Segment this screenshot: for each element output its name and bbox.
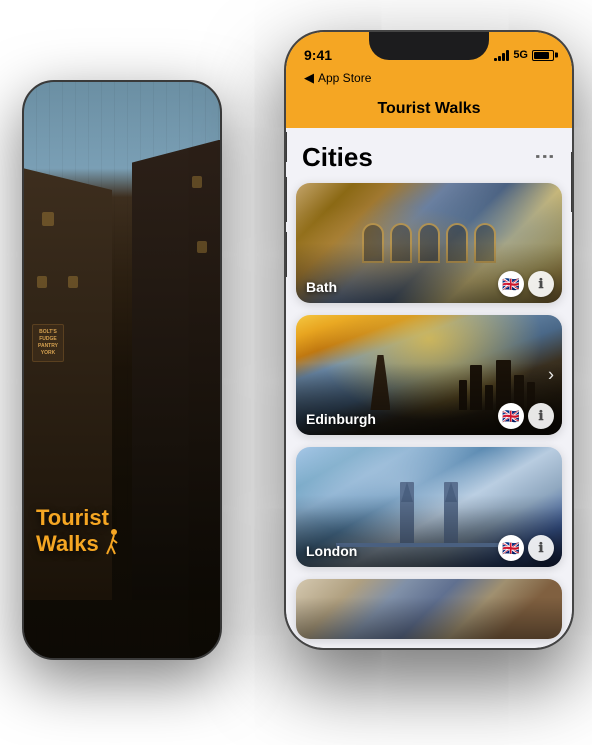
cities-title: Cities (302, 142, 373, 173)
walker-icon (103, 528, 121, 556)
shop-sign: BOLT'SFUDGEPANTRYYORK (32, 324, 64, 362)
city-card-london[interactable]: London 🇬🇧 ℹ (296, 447, 562, 567)
power-button[interactable] (571, 152, 574, 212)
status-time: 9:41 (304, 47, 332, 63)
london-badge: 🇬🇧 ℹ (498, 535, 554, 561)
city-card-york[interactable] (296, 579, 562, 639)
network-label: 5G (513, 49, 528, 61)
app-screen: 9:41 5G ◀ App Store (286, 32, 572, 648)
scene: BOLT'SFUDGEPANTRYYORK Tourist Walks (0, 0, 592, 745)
window (68, 276, 78, 288)
bridge-deck (336, 543, 522, 547)
edinburgh-chevron-icon: › (548, 365, 554, 386)
back-arrow-icon[interactable]: ◀ (304, 70, 314, 86)
nav-bar: Tourist Walks (286, 92, 572, 128)
window (197, 241, 207, 253)
notch (369, 32, 489, 60)
back-screen: BOLT'SFUDGEPANTRYYORK Tourist Walks (24, 82, 220, 658)
more-options-icon[interactable]: ⋮ (533, 147, 558, 169)
volume-up-button[interactable] (284, 177, 287, 222)
edinburgh-name: Edinburgh (306, 411, 376, 427)
york-image (296, 579, 562, 639)
window (42, 212, 54, 226)
london-name: London (306, 543, 357, 559)
battery-icon (532, 50, 554, 61)
bath-badge: 🇬🇧 ℹ (498, 271, 554, 297)
london-info-button[interactable]: ℹ (528, 535, 554, 561)
bath-info-button[interactable]: ℹ (528, 271, 554, 297)
city-card-edinburgh[interactable]: Edinburgh 🇬🇧 ℹ › (296, 315, 562, 435)
nav-title: Tourist Walks (377, 100, 480, 117)
volume-down-button[interactable] (284, 232, 287, 277)
brand-walks-text: Walks (36, 532, 99, 556)
window (37, 276, 47, 288)
status-icons: 5G (494, 49, 554, 61)
app-store-label[interactable]: App Store (318, 71, 371, 85)
window (192, 176, 202, 188)
edinburgh-badge: 🇬🇧 ℹ (498, 403, 554, 429)
brand-overlay: Tourist Walks (36, 506, 121, 558)
silent-switch[interactable] (284, 132, 287, 162)
app-store-bar: ◀ App Store (286, 70, 572, 92)
edinburgh-info-button[interactable]: ℹ (528, 403, 554, 429)
bath-name: Bath (306, 279, 337, 295)
phone-front: 9:41 5G ◀ App Store (284, 30, 574, 650)
brand-tourist-text: Tourist (36, 506, 121, 530)
city-card-bath[interactable]: Bath 🇬🇧 ℹ (296, 183, 562, 303)
bath-flag-button[interactable]: 🇬🇧 (498, 271, 524, 297)
phone-back: BOLT'SFUDGEPANTRYYORK Tourist Walks (22, 80, 222, 660)
building-right (132, 140, 220, 601)
content-area[interactable]: Cities ⋮ (286, 128, 572, 648)
edinburgh-flag-button[interactable]: 🇬🇧 (498, 403, 524, 429)
cities-header: Cities ⋮ (286, 128, 572, 183)
signal-icon (494, 49, 509, 61)
london-flag-button[interactable]: 🇬🇧 (498, 535, 524, 561)
